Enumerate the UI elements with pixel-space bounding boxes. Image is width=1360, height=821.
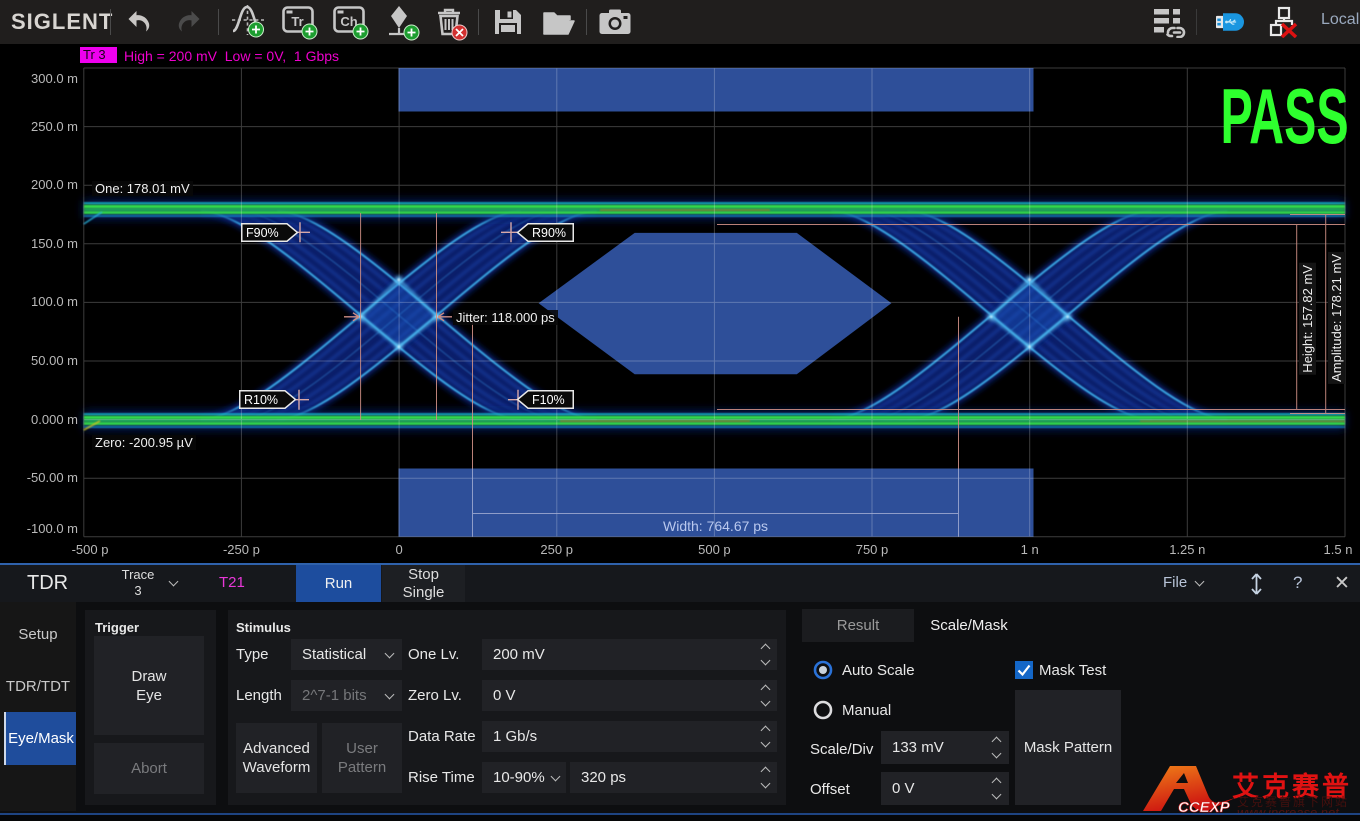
svg-text:F10%: F10% bbox=[532, 393, 565, 407]
svg-text:F90%: F90% bbox=[246, 226, 279, 240]
svg-text:R10%: R10% bbox=[244, 393, 278, 407]
svg-text:Tr: Tr bbox=[291, 14, 303, 29]
svg-text:R90%: R90% bbox=[532, 226, 566, 240]
